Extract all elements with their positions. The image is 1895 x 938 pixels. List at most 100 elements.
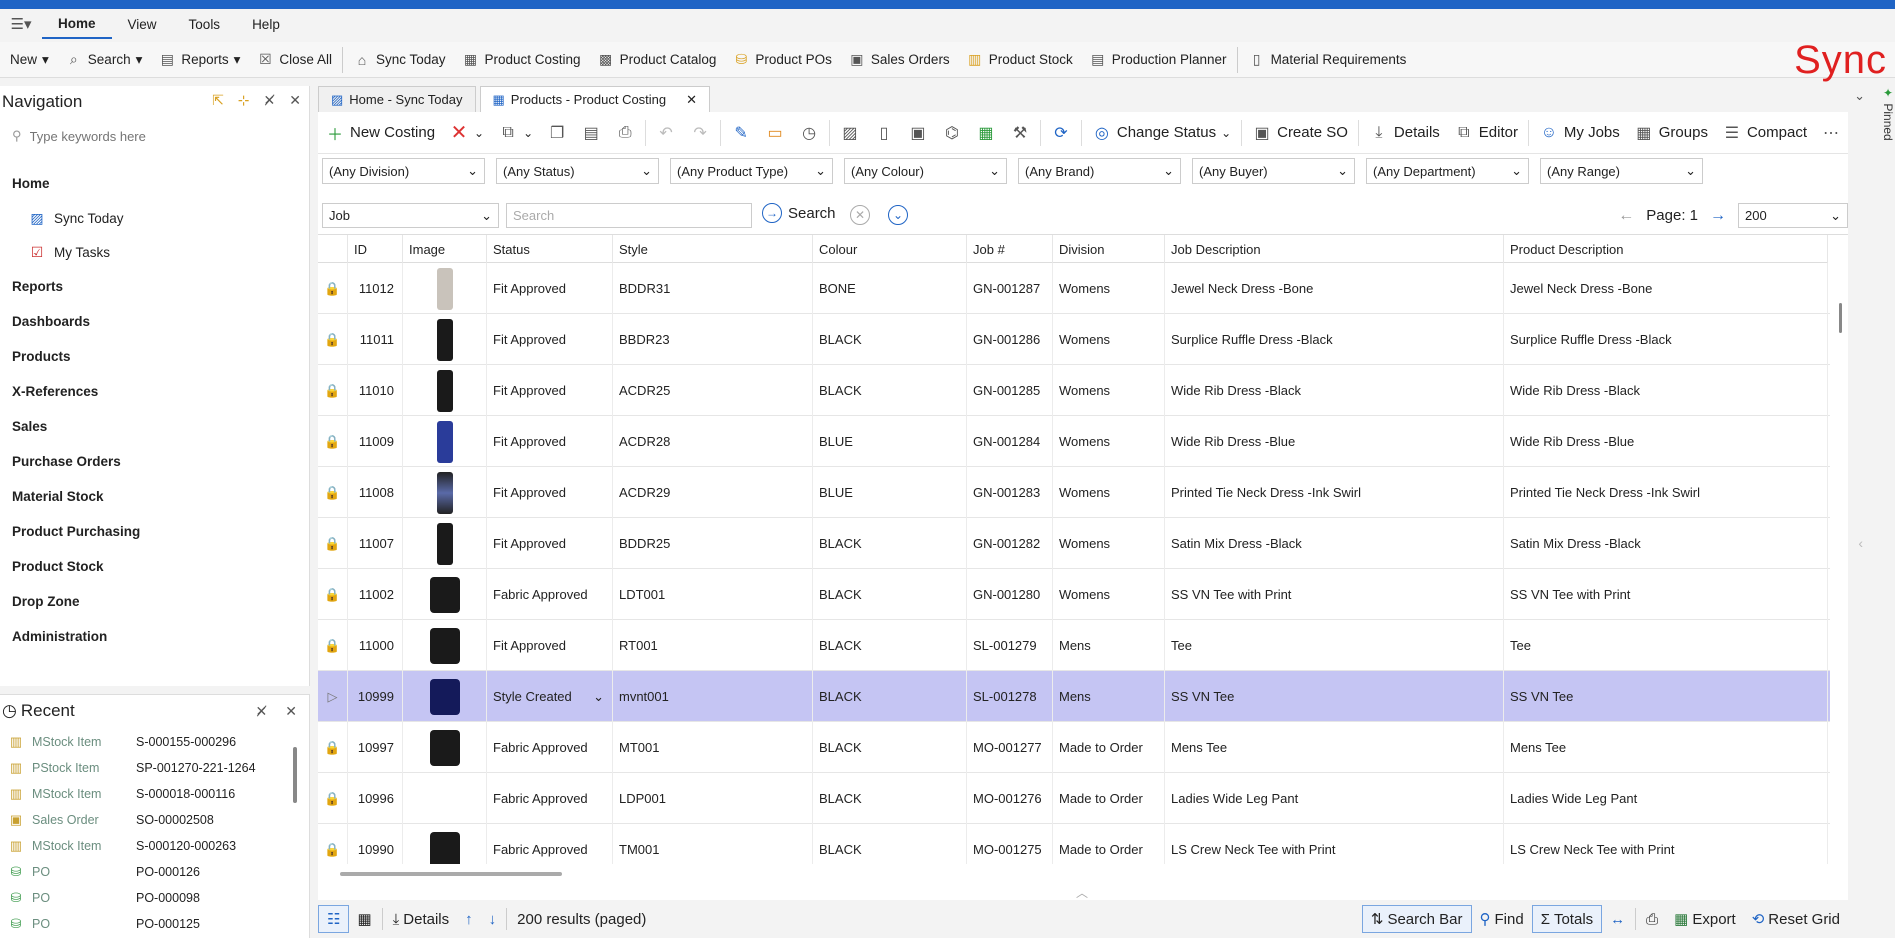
nav-purchase-orders[interactable]: Purchase Orders [0, 444, 310, 479]
create-so-button[interactable]: ▣ Create SO [1245, 117, 1355, 149]
lock-icon[interactable]: 🔒 [318, 824, 348, 864]
table-row[interactable]: ▷ 10999 Style Created ⌄ mvnt001 BLACK SL-00127… [318, 671, 1830, 722]
lock-icon[interactable]: 🔒 [318, 263, 348, 314]
brand-filter[interactable]: (Any Brand) ⌄ [1018, 158, 1181, 184]
card-view-button[interactable]: ▦ [349, 905, 379, 933]
search-menu-button[interactable]: ⌕ Search ▾ [57, 45, 151, 75]
table-row[interactable]: 🔒 10990 Fabric Approved TM001 BLACK MO-001275… [318, 824, 1830, 864]
production-planner-button[interactable]: ▤ Production Planner [1081, 45, 1235, 75]
lock-icon[interactable]: 🔒 [318, 467, 348, 518]
scrollbar-thumb[interactable] [1839, 303, 1842, 333]
chevron-left-icon[interactable]: ‹ [1858, 535, 1863, 551]
move-up-button[interactable]: ↑ [457, 905, 481, 933]
tab-home-sync-today[interactable]: ▨ Home - Sync Today [318, 86, 476, 112]
column-header-colour[interactable]: Colour [813, 235, 967, 263]
lock-icon[interactable]: 🔒 [318, 314, 348, 365]
recent-item[interactable]: ⛁ PO PO-000125 [0, 911, 295, 937]
clear-search-icon[interactable]: ✕ [850, 205, 870, 225]
pin-icon[interactable]: ✕̸ [264, 92, 276, 109]
recent-item[interactable]: ▥ MStock Item S-000018-000116 [0, 781, 295, 807]
status-details-button[interactable]: ⤓ Details [385, 905, 458, 933]
product-costing-button[interactable]: ▦ Product Costing [454, 45, 589, 75]
document-button[interactable]: ▯ [867, 117, 901, 149]
nav-administration[interactable]: Administration [0, 619, 310, 654]
nav-reports[interactable]: Reports [0, 269, 310, 304]
recent-item[interactable]: ⛁ PO PO-000126 [0, 859, 295, 885]
page-size-select[interactable]: 200 ⌄ [1738, 203, 1848, 228]
material-requirements-button[interactable]: ▯ Material Requirements [1240, 45, 1415, 75]
paste-button[interactable]: ▤ [574, 117, 608, 149]
lock-icon[interactable]: 🔒 [318, 569, 348, 620]
search-field-select[interactable]: Job ⌄ [322, 203, 499, 228]
print-button[interactable]: ⎙ [608, 117, 642, 149]
menu-help[interactable]: Help [236, 9, 296, 39]
app-menu-icon[interactable]: ☰▾ [0, 9, 42, 39]
tree-icon[interactable]: ⊹ [238, 92, 250, 109]
lock-icon[interactable]: 🔒 [318, 518, 348, 569]
chevron-down-icon[interactable]: ⌄ [1854, 88, 1865, 104]
status-filter[interactable]: (Any Status) ⌄ [496, 158, 659, 184]
lock-icon[interactable]: 🔒 [318, 416, 348, 467]
pin-icon[interactable]: ✕̸ [256, 703, 268, 720]
fit-columns-button[interactable]: ↔ [1602, 905, 1633, 933]
groups-button[interactable]: ▦ Groups [1627, 117, 1715, 149]
product-pos-button[interactable]: ⛁ Product POs [724, 45, 840, 75]
recent-item[interactable]: ▥ PStock Item SP-001270-221-1264 [0, 755, 295, 781]
horizontal-scrollbar[interactable] [340, 872, 562, 876]
recent-item[interactable]: ▥ MStock Item S-000155-000296 [0, 729, 295, 755]
tools-button[interactable]: ⚒ [1003, 117, 1037, 149]
product-catalog-button[interactable]: ▩ Product Catalog [589, 45, 725, 75]
navigation-search-input[interactable] [29, 128, 270, 144]
print-preview-button[interactable]: ⎙ [1638, 905, 1666, 933]
details-button[interactable]: ⤓ Details [1362, 117, 1447, 149]
column-header-status[interactable]: Status [487, 235, 613, 263]
change-status-button[interactable]: ◎ Change Status ⌄ [1085, 117, 1238, 149]
recent-item[interactable]: ▥ MStock Item S-000120-000263 [0, 833, 295, 859]
nav-my-tasks[interactable]: ☑ My Tasks [0, 235, 310, 269]
nav-home[interactable]: Home [0, 166, 310, 201]
sample-button[interactable]: ▣ [901, 117, 935, 149]
search-input[interactable]: Search [506, 203, 752, 228]
nav-drop-zone[interactable]: Drop Zone [0, 584, 310, 619]
recent-item[interactable]: ▣ Sales Order SO-00002508 [0, 807, 295, 833]
lock-icon[interactable]: 🔒 [318, 773, 348, 824]
nav-material-stock[interactable]: Material Stock [0, 479, 310, 514]
table-row[interactable]: 🔒 10996 Fabric Approved LDP001 BLACK MO-00127… [318, 773, 1830, 824]
sales-orders-button[interactable]: ▣ Sales Orders [840, 45, 958, 75]
row-selector-icon[interactable]: ▷ [318, 671, 348, 722]
navigation-search[interactable]: ⚲ [12, 126, 297, 146]
sync-today-button[interactable]: ⌂ Sync Today [345, 45, 454, 75]
find-button[interactable]: ⚲ Find [1472, 905, 1532, 933]
nav-product-purchasing[interactable]: Product Purchasing [0, 514, 310, 549]
close-icon[interactable]: ✕ [686, 92, 697, 108]
editor-button[interactable]: ⧉ Editor [1447, 117, 1525, 149]
list-view-button[interactable]: ☷ [318, 905, 350, 933]
column-header-id[interactable]: ID [348, 235, 403, 263]
open-folder-button[interactable]: ▭ [758, 117, 792, 149]
reports-button[interactable]: ▤ Reports ▾ [150, 45, 248, 75]
column-header-job-number[interactable]: Job # [967, 235, 1053, 263]
column-header-division[interactable]: Division [1053, 235, 1165, 263]
table-row[interactable]: 🔒 11007 Fit Approved BDDR25 BLACK GN-001282 W… [318, 518, 1830, 569]
tab-product-costing[interactable]: ▦ Products - Product Costing ✕ [479, 86, 711, 112]
column-header-style[interactable]: Style [613, 235, 813, 263]
duplicate-button[interactable]: ❐ [540, 117, 574, 149]
product-type-filter[interactable]: (Any Product Type) ⌄ [670, 158, 833, 184]
product-stock-button[interactable]: ▥ Product Stock [958, 45, 1081, 75]
table-row[interactable]: 🔒 11000 Fit Approved RT001 BLACK SL-001279 Men… [318, 620, 1830, 671]
nav-products[interactable]: Products [0, 339, 310, 374]
my-jobs-button[interactable]: ☺ My Jobs [1532, 117, 1627, 149]
compact-button[interactable]: ☰ Compact [1715, 117, 1814, 149]
refresh-button[interactable]: ⟳ [1044, 117, 1078, 149]
copy-menu-button[interactable]: ⧉ ⌄ [491, 117, 540, 149]
table-row[interactable]: 🔒 11009 Fit Approved ACDR28 BLUE GN-001284 Wom… [318, 416, 1830, 467]
more-options-button[interactable]: ⋯ [1814, 117, 1848, 149]
recent-item[interactable]: ⛁ PO PO-000098 [0, 885, 295, 911]
search-button[interactable]: → Search [762, 203, 836, 223]
collapse-all-icon[interactable]: ⇱ [212, 92, 224, 109]
range-filter[interactable]: (Any Range) ⌄ [1540, 158, 1703, 184]
nav-dashboards[interactable]: Dashboards [0, 304, 310, 339]
menu-home[interactable]: Home [42, 9, 112, 39]
tag-button[interactable]: ⌬ [935, 117, 969, 149]
menu-view[interactable]: View [112, 9, 173, 39]
